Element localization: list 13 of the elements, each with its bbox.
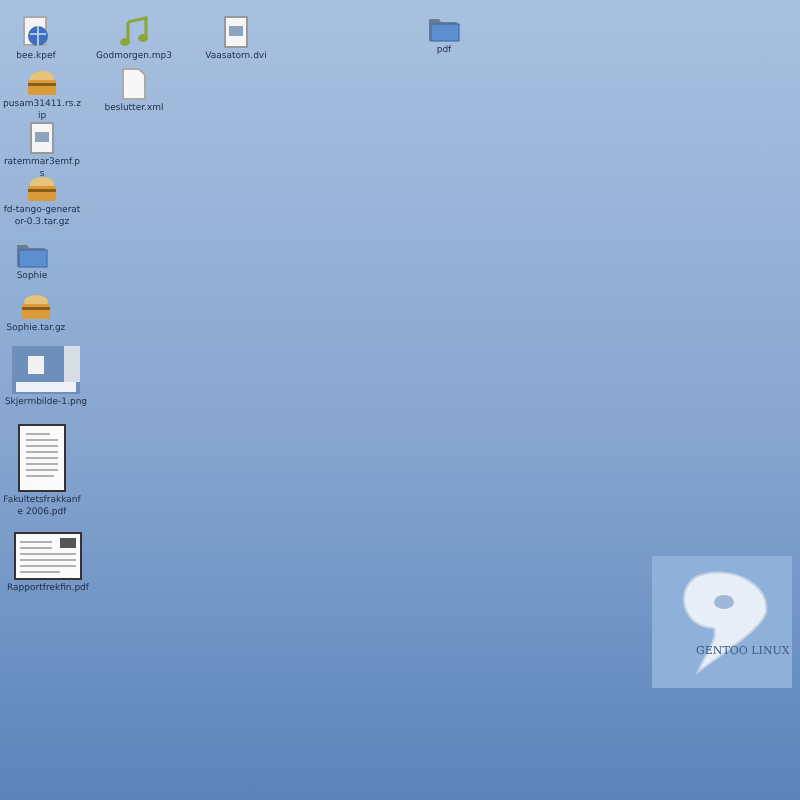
web-document-icon — [22, 16, 50, 48]
image-file-icon — [224, 16, 248, 48]
pdf-page-thumbnail — [14, 532, 82, 580]
blank-document-icon — [122, 68, 146, 100]
image-file-icon — [30, 122, 54, 154]
package-box-icon — [26, 70, 58, 96]
folder-icon — [16, 242, 48, 268]
screenshot-thumbnail — [12, 346, 80, 394]
music-note-icon — [118, 16, 150, 48]
folder-icon — [428, 16, 460, 42]
package-box-icon — [20, 294, 52, 320]
package-box-icon — [26, 176, 58, 202]
pdf-page-thumbnail — [18, 424, 66, 492]
